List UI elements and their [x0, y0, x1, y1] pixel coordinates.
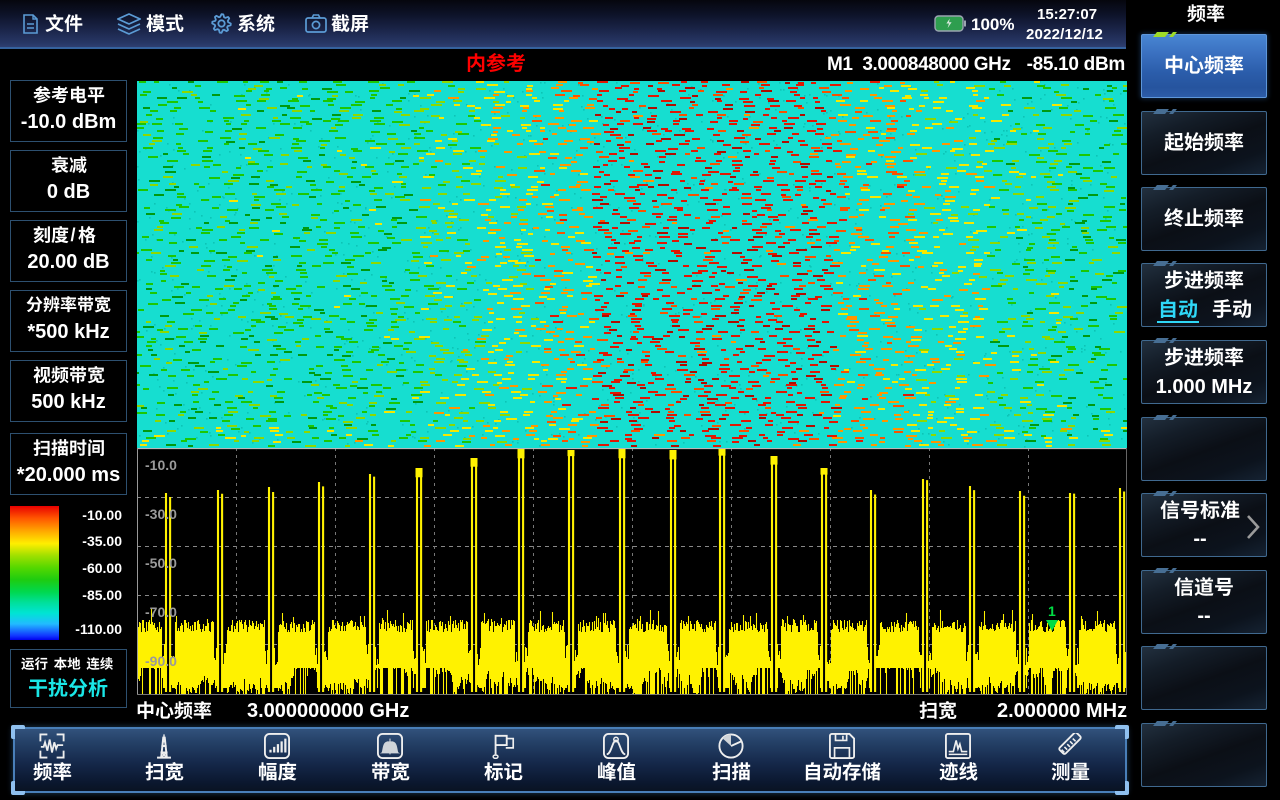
svg-text:-70.0: -70.0 [145, 604, 177, 620]
svg-text:-90.0: -90.0 [145, 653, 177, 669]
svg-text:-10.0: -10.0 [145, 457, 177, 473]
svg-text:-50.0: -50.0 [145, 555, 177, 571]
svg-text:1: 1 [1048, 603, 1056, 619]
svg-text:-30.0: -30.0 [145, 506, 177, 522]
